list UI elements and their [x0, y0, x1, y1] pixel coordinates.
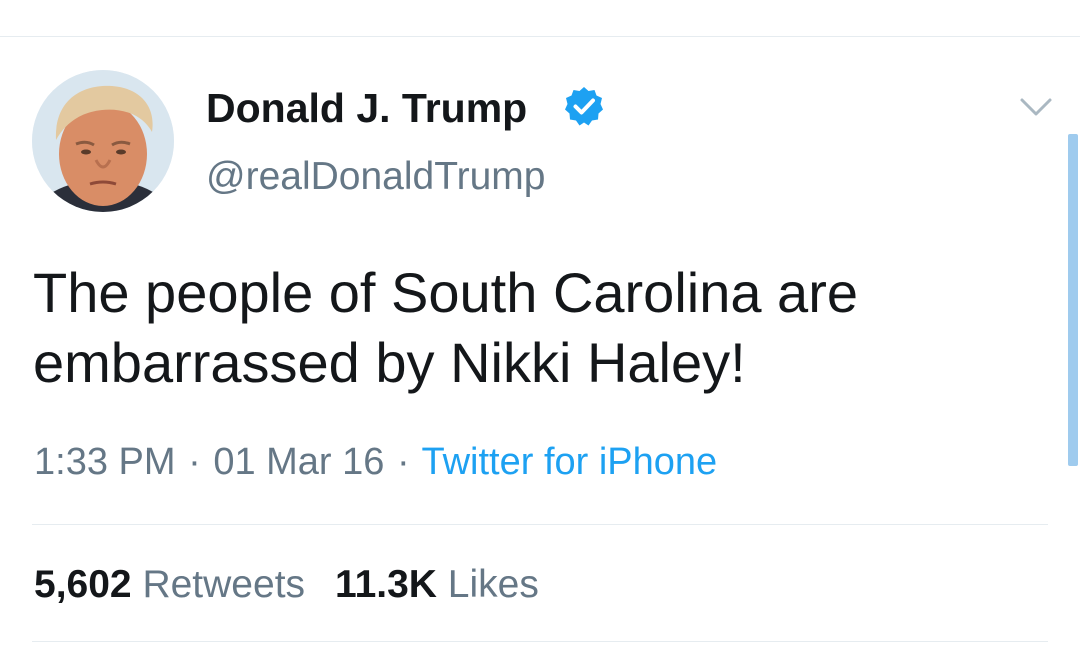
verified-badge-icon: [563, 85, 605, 127]
retweets-stat[interactable]: 5,602 Retweets: [34, 563, 305, 606]
tweet-date[interactable]: 01 Mar 16: [213, 441, 384, 483]
tweet-timestamp[interactable]: 1:33 PM: [34, 441, 176, 483]
avatar-image: [32, 70, 174, 212]
tweet-source-link[interactable]: Twitter for iPhone: [422, 441, 718, 483]
meta-separator: ·: [396, 441, 410, 483]
retweets-count: 5,602: [34, 563, 132, 606]
chevron-down-icon[interactable]: [1018, 92, 1054, 122]
stats-divider-bottom: [32, 641, 1048, 642]
meta-separator: ·: [188, 441, 201, 483]
tweet-metadata: 1:33 PM · 01 Mar 16 · Twitter for iPhone: [34, 437, 717, 487]
likes-label: Likes: [447, 563, 539, 606]
scrollbar[interactable]: [1068, 134, 1078, 466]
avatar[interactable]: [32, 70, 174, 212]
top-divider: [0, 36, 1080, 37]
stats-divider-top: [32, 524, 1048, 525]
author-display-name[interactable]: Donald J. Trump: [206, 82, 527, 134]
retweets-label: Retweets: [142, 563, 306, 606]
likes-stat[interactable]: 11.3K Likes: [335, 563, 539, 606]
tweet-stats: 5,602 Retweets 11.3K Likes: [34, 560, 539, 610]
tweet-text: The people of South Carolina are embarra…: [33, 261, 858, 394]
author-handle[interactable]: @realDonaldTrump: [206, 152, 545, 202]
likes-count: 11.3K: [335, 563, 437, 606]
